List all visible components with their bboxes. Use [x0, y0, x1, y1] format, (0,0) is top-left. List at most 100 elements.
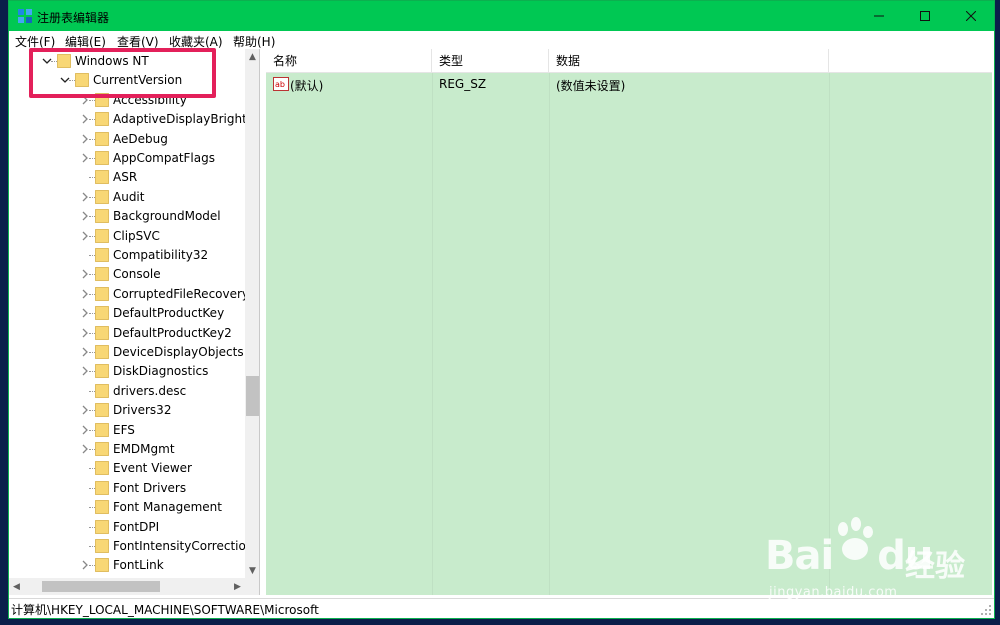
tree-item[interactable]: Event Viewer: [9, 459, 245, 478]
tree-item[interactable]: drivers.desc: [9, 382, 245, 401]
values-list-pane[interactable]: 名称 类型 数据 ab (默认) REG_SZ (数值未设置): [266, 49, 992, 595]
tree-item[interactable]: BackgroundModel: [9, 207, 245, 226]
folder-icon: [95, 364, 109, 379]
menu-view[interactable]: 查看(V): [117, 33, 159, 50]
tree-item[interactable]: EFS: [9, 421, 245, 440]
scroll-up-icon[interactable]: ▲: [245, 49, 259, 64]
scroll-down-icon[interactable]: ▼: [245, 563, 259, 578]
tree-item[interactable]: Windows NT: [9, 52, 245, 71]
tree-item[interactable]: Font Management: [9, 498, 245, 517]
tree-item-label: ASR: [113, 170, 138, 185]
tree-item-label: Audit: [113, 189, 145, 204]
column-header-data[interactable]: 数据: [549, 49, 829, 73]
value-name: (默认): [290, 79, 324, 93]
tree-item[interactable]: FontDPI: [9, 518, 245, 537]
folder-icon: [95, 306, 109, 321]
tree-item[interactable]: AppCompatFlags: [9, 149, 245, 168]
tree-horizontal-scrollbar[interactable]: ◀ ▶: [9, 578, 245, 595]
value-data: (数值未设置): [556, 79, 626, 93]
minimize-button[interactable]: [856, 1, 902, 31]
menu-help[interactable]: 帮助(H): [233, 33, 275, 50]
scroll-thumb[interactable]: [41, 581, 160, 592]
tree-item[interactable]: DiskDiagnostics: [9, 362, 245, 381]
tree-item[interactable]: FontLink: [9, 556, 245, 575]
tree-item[interactable]: Audit: [9, 188, 245, 207]
tree-item[interactable]: EMDMgmt: [9, 440, 245, 459]
menu-file[interactable]: 文件(F): [15, 33, 55, 50]
menu-bar: 文件(F) 编辑(E) 查看(V) 收藏夹(A) 帮助(H): [9, 31, 994, 49]
tree-item[interactable]: ClipSVC: [9, 227, 245, 246]
scroll-left-icon[interactable]: ◀: [9, 578, 24, 595]
folder-icon: [95, 286, 109, 301]
maximize-button[interactable]: [902, 1, 948, 31]
menu-favorites[interactable]: 收藏夹(A): [169, 33, 223, 50]
tree-item[interactable]: CurrentVersion: [9, 71, 245, 90]
folder-icon: [95, 480, 109, 495]
folder-icon: [95, 519, 109, 534]
folder-icon: [95, 267, 109, 282]
tree-item[interactable]: Compatibility32: [9, 246, 245, 265]
tree-item-label: AppCompatFlags: [113, 151, 215, 165]
tree-item-label: BackgroundModel: [113, 209, 221, 224]
resize-grip-icon[interactable]: [980, 604, 992, 616]
tree-item[interactable]: Accessibility: [9, 91, 245, 110]
folder-icon: [95, 325, 109, 340]
tree-item-label: drivers.desc: [113, 383, 187, 398]
folder-icon: [95, 131, 109, 146]
folder-icon: [95, 422, 109, 437]
values-list-header: 名称 类型 数据: [266, 49, 992, 73]
folder-icon: [95, 228, 109, 243]
tree-item[interactable]: Drivers32: [9, 401, 245, 420]
key-tree-pane[interactable]: Windows NT CurrentVersion Accessibility Ada…: [9, 49, 260, 595]
tree-item-label: DiskDiagnostics: [113, 364, 209, 379]
close-button[interactable]: [948, 1, 994, 31]
folder-icon: [95, 461, 109, 476]
folder-icon: [95, 558, 109, 573]
tree-item[interactable]: DefaultProductKey2: [9, 324, 245, 343]
tree-item[interactable]: DeviceDisplayObjects: [9, 343, 245, 362]
tree-item[interactable]: ASR: [9, 168, 245, 187]
tree-item-label: Console: [113, 267, 161, 282]
tree-item[interactable]: Console: [9, 265, 245, 284]
folder-icon: [95, 209, 109, 224]
folder-icon: [95, 151, 109, 165]
value-row[interactable]: ab (默认) REG_SZ (数值未设置): [266, 75, 992, 95]
tree-item[interactable]: FontIntensityCorrection: [9, 537, 245, 556]
tree-item[interactable]: AdaptiveDisplayBrightn: [9, 110, 245, 129]
tree-item-label: AeDebug: [113, 131, 168, 146]
folder-icon: [95, 170, 109, 185]
current-key-path: 计算机\HKEY_LOCAL_MACHINE\SOFTWARE\Microsof…: [11, 603, 319, 617]
folder-icon: [95, 442, 109, 456]
column-header-name[interactable]: 名称: [266, 49, 432, 73]
folder-icon: [95, 383, 109, 398]
tree-item-label: FontLink: [113, 558, 164, 573]
tree-item[interactable]: CorruptedFileRecovery: [9, 285, 245, 304]
folder-icon: [95, 92, 109, 107]
close-icon: [966, 11, 976, 21]
tree-item-label: ClipSVC: [113, 228, 160, 243]
column-header-type[interactable]: 类型: [432, 49, 549, 73]
column-divider: [432, 73, 433, 595]
tree-item-label: DefaultProductKey2: [113, 325, 232, 340]
tree-item-label: Drivers32: [113, 403, 172, 418]
folder-icon: [95, 189, 109, 204]
menu-edit[interactable]: 编辑(E): [65, 33, 106, 50]
scroll-thumb[interactable]: [246, 376, 259, 417]
registry-editor-window: 注册表编辑器 文件(F) 编辑(E) 查看(V) 收藏夹(A) 帮助(H) Wi…: [8, 0, 995, 619]
scroll-right-icon[interactable]: ▶: [230, 578, 245, 595]
tree-item-label: Font Drivers: [113, 480, 187, 495]
folder-icon: [95, 403, 109, 418]
tree-item-label: FontIntensityCorrection: [113, 539, 245, 553]
title-bar[interactable]: 注册表编辑器: [9, 1, 994, 31]
tree-item[interactable]: DefaultProductKey: [9, 304, 245, 323]
folder-icon: [95, 539, 109, 553]
tree-item[interactable]: AeDebug: [9, 130, 245, 149]
tree-item-label: EMDMgmt: [113, 442, 175, 456]
tree-item-label: CorruptedFileRecovery: [113, 286, 245, 301]
value-type: REG_SZ: [439, 77, 487, 91]
scrollbar-corner: [245, 578, 259, 595]
window-title: 注册表编辑器: [37, 11, 110, 25]
tree-vertical-scrollbar[interactable]: ▲ ▼: [245, 49, 259, 578]
tree-item-label: Compatibility32: [113, 248, 209, 262]
tree-item[interactable]: Font Drivers: [9, 479, 245, 498]
